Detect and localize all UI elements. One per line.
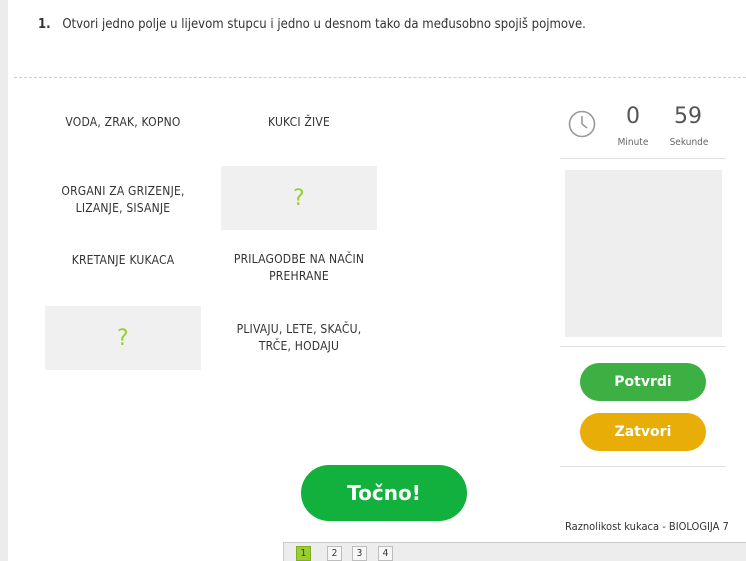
right-cell-2-hidden[interactable]: ?: [221, 166, 377, 230]
left-cell-2-label: ORGANI ZA GRIZENJE, LIZANJE, SISANJE: [61, 184, 185, 215]
right-cell-1[interactable]: KUKCI ŽIVE: [221, 90, 377, 154]
left-cell-1-label: VODA, ZRAK, KOPNO: [65, 114, 181, 129]
page-1[interactable]: 1: [296, 546, 311, 561]
correct-result-button[interactable]: Točno!: [301, 465, 467, 521]
left-cell-2[interactable]: ORGANI ZA GRIZENJE, LIZANJE, SISANJE: [45, 168, 201, 232]
left-cell-3-label: KRETANJE KUKACA: [71, 252, 175, 267]
divider: [560, 466, 726, 467]
question-instruction: Otvori jedno polje u lijevom stupcu i je…: [62, 17, 586, 32]
divider: [560, 346, 726, 347]
clock-icon: [568, 110, 596, 138]
lesson-title: Raznolikost kukaca - BIOLOGIJA 7: [565, 520, 729, 533]
timer-seconds: 59: [674, 104, 702, 129]
page-2[interactable]: 2: [327, 546, 342, 561]
left-cell-4-hidden[interactable]: ?: [45, 306, 201, 370]
match-preview-box: [565, 170, 722, 337]
right-cell-4-label: PLIVAJU, LETE, SKAČU, TRČE, HODAJU: [236, 322, 362, 353]
page-3[interactable]: 3: [352, 546, 367, 561]
question-text: 1. Otvori jedno polje u lijevom stupcu i…: [38, 17, 586, 32]
question-mark-icon: ?: [117, 325, 129, 351]
timer-seconds-label: Sekunde: [669, 137, 709, 148]
timer: 0 59 Minute Sekunde: [560, 104, 726, 156]
question-mark-icon: ?: [293, 185, 305, 211]
pagination: 1 2 3 4: [283, 542, 746, 561]
right-cell-3-label: PRILAGODBE NA NAČIN PREHRANE: [233, 252, 365, 283]
left-cell-3[interactable]: KRETANJE KUKACA: [45, 228, 201, 292]
timer-minutes-label: Minute: [617, 137, 649, 148]
right-cell-3[interactable]: PRILAGODBE NA NAČIN PREHRANE: [221, 236, 377, 300]
dashed-divider: [14, 77, 746, 78]
page-4[interactable]: 4: [378, 546, 393, 561]
left-rule: [0, 0, 8, 561]
confirm-button[interactable]: Potvrdi: [580, 363, 706, 401]
question-number: 1.: [38, 17, 51, 32]
divider: [560, 158, 726, 159]
left-cell-1[interactable]: VODA, ZRAK, KOPNO: [45, 90, 201, 154]
right-cell-4[interactable]: PLIVAJU, LETE, SKAČU, TRČE, HODAJU: [221, 306, 377, 370]
timer-minutes: 0: [626, 104, 640, 129]
close-button[interactable]: Zatvori: [580, 413, 706, 451]
right-cell-1-label: KUKCI ŽIVE: [267, 114, 330, 129]
